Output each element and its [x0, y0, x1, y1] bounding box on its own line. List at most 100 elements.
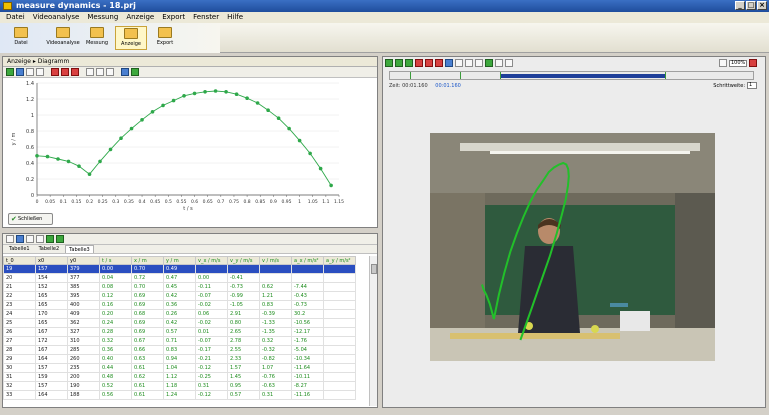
table-cell[interactable]: 154 — [35, 273, 68, 283]
table-cell[interactable]: 1.45 — [227, 372, 260, 382]
table-cell[interactable]: 167 — [35, 327, 68, 337]
table-cell[interactable]: 0.70 — [131, 264, 164, 274]
table-cell[interactable]: 0.45 — [163, 282, 196, 292]
column-header[interactable]: y0 — [67, 256, 100, 265]
table-cell[interactable]: 0.28 — [99, 327, 132, 337]
table-cell[interactable]: 30.2 — [291, 309, 324, 319]
table-cell[interactable]: 0.69 — [131, 327, 164, 337]
select-icon[interactable] — [26, 68, 34, 76]
table-scrollbar[interactable] — [369, 256, 377, 406]
table-cell[interactable] — [323, 354, 356, 364]
table-cell[interactable]: 0.08 — [99, 282, 132, 292]
table-cell[interactable] — [259, 273, 292, 283]
table-cell[interactable]: 0.67 — [131, 336, 164, 346]
table-cell[interactable]: 23 — [3, 300, 36, 310]
table-cell[interactable]: 172 — [35, 336, 68, 346]
table-cell[interactable] — [291, 273, 324, 283]
table-cell[interactable] — [291, 264, 324, 274]
table-cell[interactable] — [323, 300, 356, 310]
column-header[interactable]: v_y / m/s — [227, 256, 260, 265]
table-cell[interactable] — [323, 363, 356, 373]
print-icon[interactable] — [121, 68, 129, 76]
table-cell[interactable]: 0.57 — [163, 327, 196, 337]
table-cell[interactable] — [323, 336, 356, 346]
settings-icon[interactable] — [495, 59, 503, 67]
close-button[interactable]: × — [757, 1, 767, 10]
table-cell[interactable]: 22 — [3, 291, 36, 301]
table-cell[interactable]: 377 — [67, 273, 100, 283]
table-cell[interactable]: -7.44 — [291, 282, 324, 292]
column-header[interactable]: v_x / m/s — [195, 256, 228, 265]
step-forward-icon[interactable] — [405, 59, 413, 67]
table-cell[interactable]: -12.17 — [291, 327, 324, 337]
table-cell[interactable] — [259, 264, 292, 274]
table-cell[interactable]: -0.07 — [195, 336, 228, 346]
table-cell[interactable]: -0.02 — [195, 318, 228, 328]
table-cell[interactable]: 260 — [67, 354, 100, 364]
recalc-icon[interactable] — [56, 235, 64, 243]
table-cell[interactable]: 0.68 — [131, 309, 164, 319]
table-row[interactable]: 25 165 362 0.24 0.69 0.42 -0.02 0.80 -1.33 -10.56 — [3, 318, 356, 328]
table-cell[interactable]: 2.55 — [227, 345, 260, 355]
menu-anzeige[interactable]: Anzeige — [126, 12, 154, 23]
table-cell[interactable]: 362 — [67, 318, 100, 328]
table-cell[interactable]: -0.11 — [195, 282, 228, 292]
table-cell[interactable]: 395 — [67, 291, 100, 301]
table-cell[interactable]: 165 — [35, 291, 68, 301]
table-cell[interactable]: -0.21 — [195, 354, 228, 364]
table-cell[interactable]: 2.65 — [227, 327, 260, 337]
table-cell[interactable] — [323, 345, 356, 355]
table-cell[interactable]: 19 — [3, 264, 36, 274]
table-cell[interactable]: 0.61 — [131, 381, 164, 391]
tab-tabelle1[interactable]: Tabelle1 — [6, 245, 33, 253]
table-cell[interactable]: 2.33 — [227, 354, 260, 364]
table-cell[interactable]: 1.18 — [163, 381, 196, 391]
table-cell[interactable]: -0.82 — [259, 354, 292, 364]
table-cell[interactable]: 21 — [3, 282, 36, 292]
tab-tabelle3[interactable]: Tabelle3 — [65, 245, 94, 253]
table-cell[interactable]: 0.69 — [131, 291, 164, 301]
table-cell[interactable]: 0.26 — [163, 309, 196, 319]
table-cell[interactable]: 0.66 — [131, 345, 164, 355]
table-cell[interactable]: 235 — [67, 363, 100, 373]
column-header[interactable]: x / m — [131, 256, 164, 265]
menu-hilfe[interactable]: Hilfe — [227, 12, 243, 23]
table-cell[interactable]: 157 — [35, 381, 68, 391]
table-cell[interactable]: 1.04 — [163, 363, 196, 373]
table-cell[interactable]: -5.04 — [291, 345, 324, 355]
table-cell[interactable]: 0.01 — [195, 327, 228, 337]
refresh-icon[interactable] — [6, 68, 14, 76]
refresh-table-icon[interactable] — [46, 235, 54, 243]
toolbar-datei-button[interactable]: Datei — [6, 26, 36, 50]
table-cell[interactable]: -0.73 — [227, 282, 260, 292]
table-cell[interactable]: -11.64 — [291, 363, 324, 373]
play-video-icon[interactable] — [385, 59, 393, 67]
table-row[interactable]: 28 167 285 0.36 0.66 0.83 -0.17 2.55 -0.32 -5.04 — [3, 345, 356, 355]
table-cell[interactable]: -0.12 — [195, 363, 228, 373]
table-cell[interactable]: 0.47 — [163, 273, 196, 283]
table-cell[interactable]: -0.39 — [259, 309, 292, 319]
table-cell[interactable]: 30 — [3, 363, 36, 373]
table-cell[interactable] — [323, 309, 356, 319]
table-cell[interactable]: 310 — [67, 336, 100, 346]
table-cell[interactable]: 159 — [35, 372, 68, 382]
table-cell[interactable]: 29 — [3, 354, 36, 364]
table-row[interactable]: 26 167 327 0.28 0.69 0.57 0.01 2.65 -1.35 -12.17 — [3, 327, 356, 337]
column-header[interactable]: y / m — [163, 256, 196, 265]
pan-icon[interactable] — [36, 68, 44, 76]
table-cell[interactable]: 1.21 — [259, 291, 292, 301]
zoom-field[interactable]: 100% — [729, 59, 747, 67]
origin-icon[interactable] — [475, 59, 483, 67]
table-cell[interactable]: 32 — [3, 381, 36, 391]
play-icon[interactable] — [131, 68, 139, 76]
schliessen-button[interactable]: ✔ Schließen — [8, 213, 53, 225]
table-cell[interactable]: 165 — [35, 300, 68, 310]
table-cell[interactable]: -0.32 — [259, 345, 292, 355]
table-cell[interactable]: -0.07 — [195, 291, 228, 301]
table-cell[interactable]: -0.02 — [195, 300, 228, 310]
cursor-icon[interactable] — [16, 68, 24, 76]
table-cell[interactable]: 0.32 — [99, 336, 132, 346]
table-cell[interactable]: 327 — [67, 327, 100, 337]
column-header[interactable]: a_x / m/s² — [291, 256, 324, 265]
table-cell[interactable]: -1.33 — [259, 318, 292, 328]
